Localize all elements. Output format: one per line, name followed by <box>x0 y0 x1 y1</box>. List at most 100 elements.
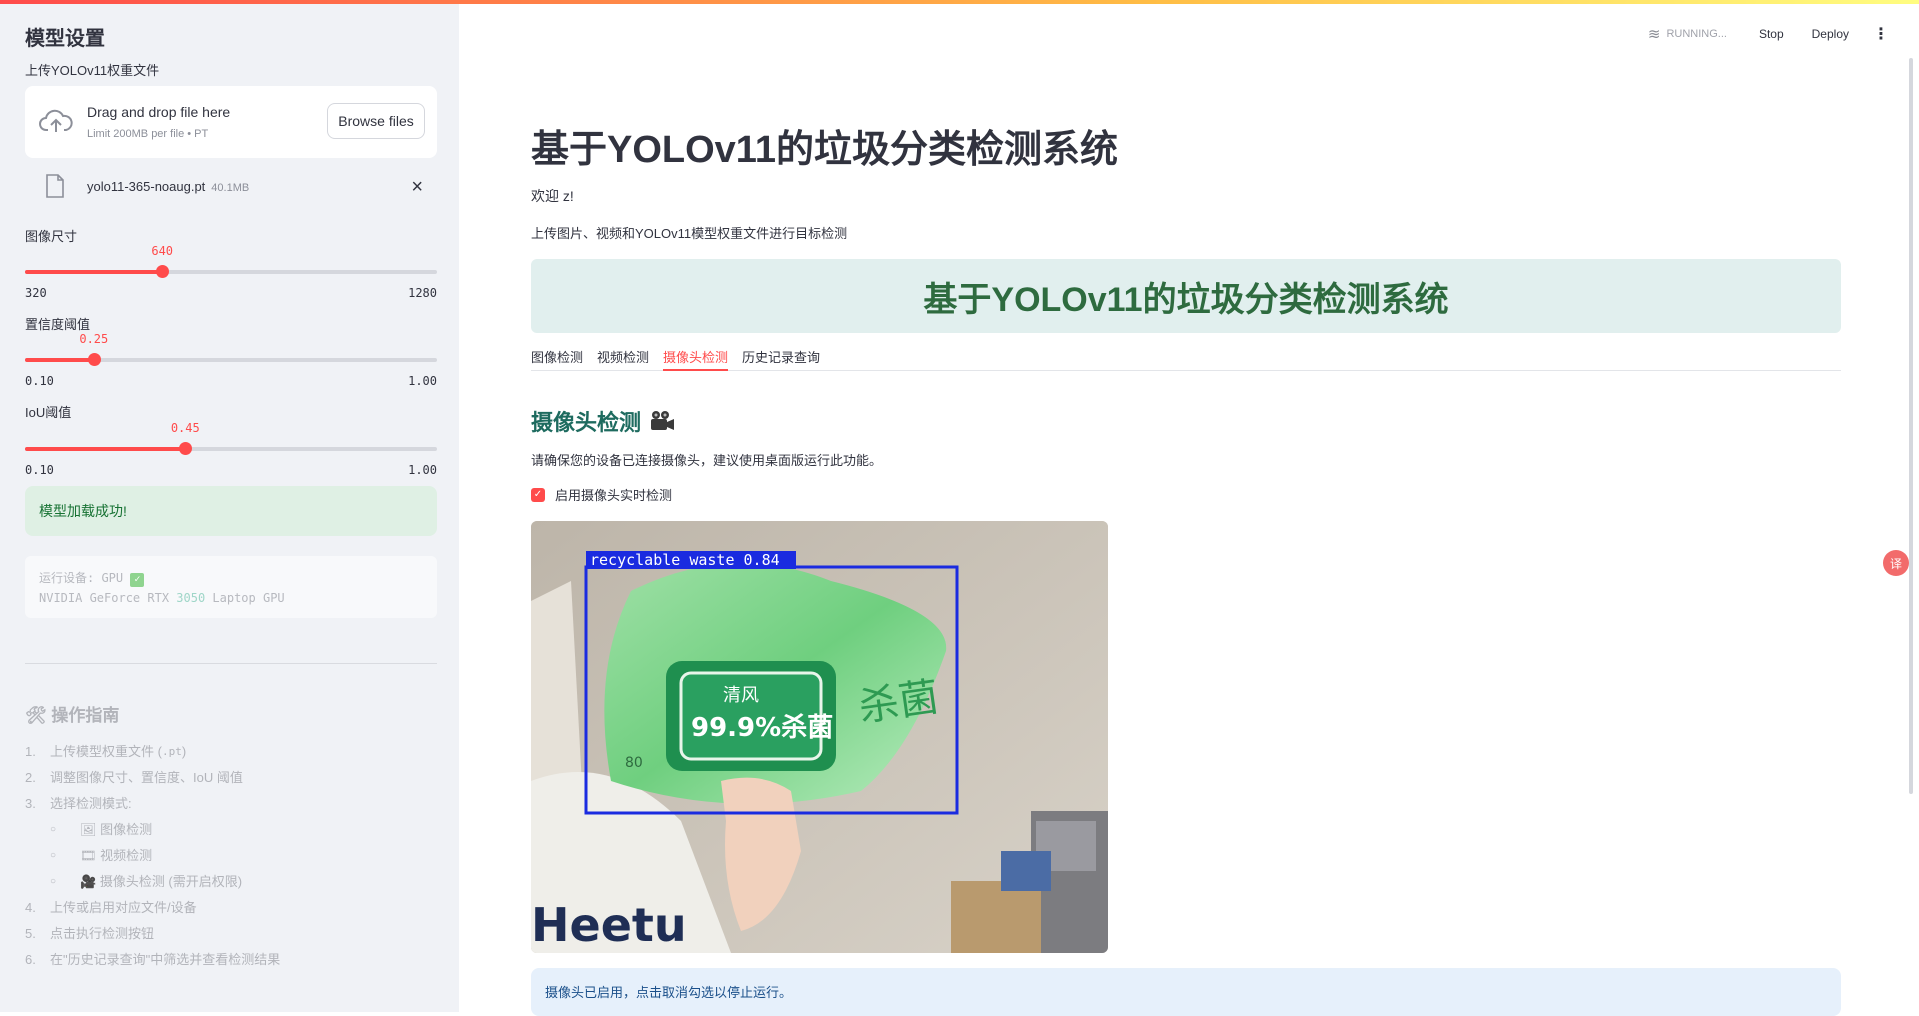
translate-icon[interactable]: 译 <box>1883 550 1909 576</box>
cloud-upload-icon <box>39 109 73 132</box>
image-size-slider[interactable]: 640 320 1280 <box>25 234 437 300</box>
camera-notice: 请确保您的设备已连接摄像头，建议使用桌面版运行此功能。 <box>531 453 883 468</box>
tab-history[interactable]: 历史记录查询 <box>742 341 820 370</box>
file-name: yolo11-365-noaug.pt <box>87 179 206 194</box>
confidence-slider[interactable]: 0.25 0.10 1.00 <box>25 322 437 388</box>
camera-icon: 🎥 <box>80 874 97 889</box>
checkbox-label: 启用摄像头实时检测 <box>555 488 673 503</box>
item-text: 在"历史记录查询"中筛选并查看检测结果 <box>50 952 281 967</box>
file-icon <box>46 174 64 198</box>
item-text: 点击执行检测按钮 <box>50 926 155 941</box>
section-title: 摄像头检测 <box>531 405 675 437</box>
shirt-text: Heetu <box>531 898 687 952</box>
model-loaded-alert: 模型加载成功! <box>25 486 437 536</box>
sub-item-text: 摄像头检测 (需开启权限) <box>99 874 243 889</box>
sub-item-text: 图像检测 <box>100 822 153 837</box>
drop-instructions: Drag and drop file here <box>87 104 231 120</box>
sub-list-item: ○ 🎥 摄像头检测 (需开启权限) <box>25 869 280 895</box>
item-text: 选择检测模式: <box>50 796 132 811</box>
list-item: 2. 调整图像尺寸、置信度、IoU 阈值 <box>25 765 280 791</box>
package-text: 99.9%杀菌 <box>691 712 833 743</box>
list-item: 6. 在"历史记录查询"中筛选并查看检测结果 <box>25 947 280 973</box>
tab-video-detection[interactable]: 视频检测 <box>597 341 649 370</box>
scrollbar[interactable] <box>1909 58 1913 794</box>
guide-list: 1. 上传模型权重文件 ( .pt ) 2. 调整图像尺寸、置信度、IoU 阈值 3… <box>25 739 280 973</box>
item-number: 2. <box>25 770 36 785</box>
slider-thumb[interactable] <box>87 353 101 366</box>
tools-icon: 🛠 <box>25 706 47 725</box>
slider-thumb[interactable] <box>179 442 193 455</box>
running-status: ≋ RUNNING... <box>1648 25 1727 43</box>
list-item: 1. 上传模型权重文件 ( .pt ) <box>25 739 280 765</box>
slider-max: 1280 <box>408 286 437 300</box>
device-info: 运行设备: GPU ✓ NVIDIA GeForce RTX 3050 Lapt… <box>25 556 437 618</box>
image-icon: 🖼 <box>80 822 97 837</box>
sub-item-text: 视频检测 <box>100 848 153 863</box>
slider-min: 0.10 <box>25 374 54 388</box>
item-number: 3. <box>25 796 36 811</box>
item-number: 5. <box>25 926 36 941</box>
swimmer-icon: ≋ <box>1647 26 1661 43</box>
enable-camera-checkbox[interactable]: ✓ 启用摄像头实时检测 <box>531 485 672 504</box>
device-name: NVIDIA GeForce RTX <box>39 591 177 605</box>
movie-camera-icon <box>651 411 675 430</box>
item-text: 上传或启用对应文件/设备 <box>50 900 197 915</box>
slider-min: 0.10 <box>25 463 54 477</box>
title-banner: 基于YOLOv11的垃圾分类检测系统 <box>531 259 1841 333</box>
browse-files-button[interactable]: Browse files <box>327 103 425 139</box>
app-toolbar: ≋ RUNNING... Stop Deploy ⋮ <box>1648 24 1889 44</box>
package-brand: 清风 <box>723 685 759 706</box>
slider-min: 320 <box>25 286 47 300</box>
file-size: 40.1MB <box>211 182 250 194</box>
checkbox-checked-icon[interactable]: ✓ <box>531 487 545 502</box>
item-text: 调整图像尺寸、置信度、IoU 阈值 <box>50 770 243 785</box>
sub-list-item: ○ 🖼 图像检测 <box>25 817 280 843</box>
main-area: ≋ RUNNING... Stop Deploy ⋮ 译 基于YOLOv11的垃圾… <box>459 4 1919 1016</box>
item-number: 1. <box>25 744 36 759</box>
deploy-button[interactable]: Deploy <box>1812 27 1849 41</box>
sidebar-title: 模型设置 <box>25 28 105 50</box>
sub-list-item: ○ 🎞 视频检测 <box>25 843 280 869</box>
camera-frame-image: 清风 99.9%杀菌 杀菌 80 Heetu recyclable waste … <box>531 521 1108 953</box>
list-item: 4. 上传或启用对应文件/设备 <box>25 895 280 921</box>
close-icon[interactable]: × <box>411 176 423 199</box>
more-menu-icon[interactable]: ⋮ <box>1873 24 1889 44</box>
iou-slider[interactable]: 0.45 0.10 1.00 <box>25 411 437 477</box>
tab-camera-detection[interactable]: 摄像头检测 <box>663 341 729 371</box>
guide-title: 🛠 操作指南 <box>25 701 119 726</box>
item-text: 上传模型权重文件 ( <box>50 744 162 759</box>
item-code: .pt <box>161 745 182 758</box>
item-text-end: ) <box>181 744 187 759</box>
stop-button[interactable]: Stop <box>1759 27 1784 41</box>
page-title: 基于YOLOv11的垃圾分类检测系统 <box>531 129 1118 171</box>
tab-image-detection[interactable]: 图像检测 <box>531 341 583 370</box>
slider-max: 1.00 <box>408 374 437 388</box>
slider-value: 0.45 <box>170 421 200 435</box>
slider-max: 1.00 <box>408 463 437 477</box>
camera-feed: 清风 99.9%杀菌 杀菌 80 Heetu recyclable waste … <box>531 521 1108 953</box>
tab-bar: 图像检测 视频检测 摄像头检测 历史记录查询 <box>531 341 1841 371</box>
device-model: 3050 <box>176 591 206 605</box>
description-text: 上传图片、视频和YOLOv11模型权重文件进行目标检测 <box>531 226 848 241</box>
device-line-1: 运行设备: GPU <box>39 571 124 585</box>
running-text: RUNNING... <box>1666 28 1727 40</box>
file-dropzone[interactable]: Drag and drop file here Limit 200MB per … <box>25 86 437 158</box>
device-suffix: Laptop GPU <box>205 591 285 605</box>
divider <box>25 663 437 664</box>
sidebar: 模型设置 上传YOLOv11权重文件 Drag and drop file he… <box>0 4 459 1012</box>
package-count: 80 <box>625 755 643 771</box>
detection-label: recyclable waste 0.84 <box>590 551 780 569</box>
check-icon: ✓ <box>130 573 145 587</box>
slider-value: 0.25 <box>79 332 109 346</box>
upload-label: 上传YOLOv11权重文件 <box>25 63 160 78</box>
uploaded-file: yolo11-365-noaug.pt 40.1MB × <box>25 170 437 206</box>
item-number: 4. <box>25 900 36 915</box>
list-item: 5. 点击执行检测按钮 <box>25 921 280 947</box>
slider-value: 640 <box>151 244 174 258</box>
list-item: 3. 选择检测模式: <box>25 791 280 817</box>
camera-info-alert: 摄像头已启用，点击取消勾选以停止运行。 <box>531 968 1841 1016</box>
welcome-text: 欢迎 z! <box>531 188 574 204</box>
guide-title-text: 操作指南 <box>51 706 120 725</box>
slider-thumb[interactable] <box>156 265 170 278</box>
item-number: 6. <box>25 952 36 967</box>
